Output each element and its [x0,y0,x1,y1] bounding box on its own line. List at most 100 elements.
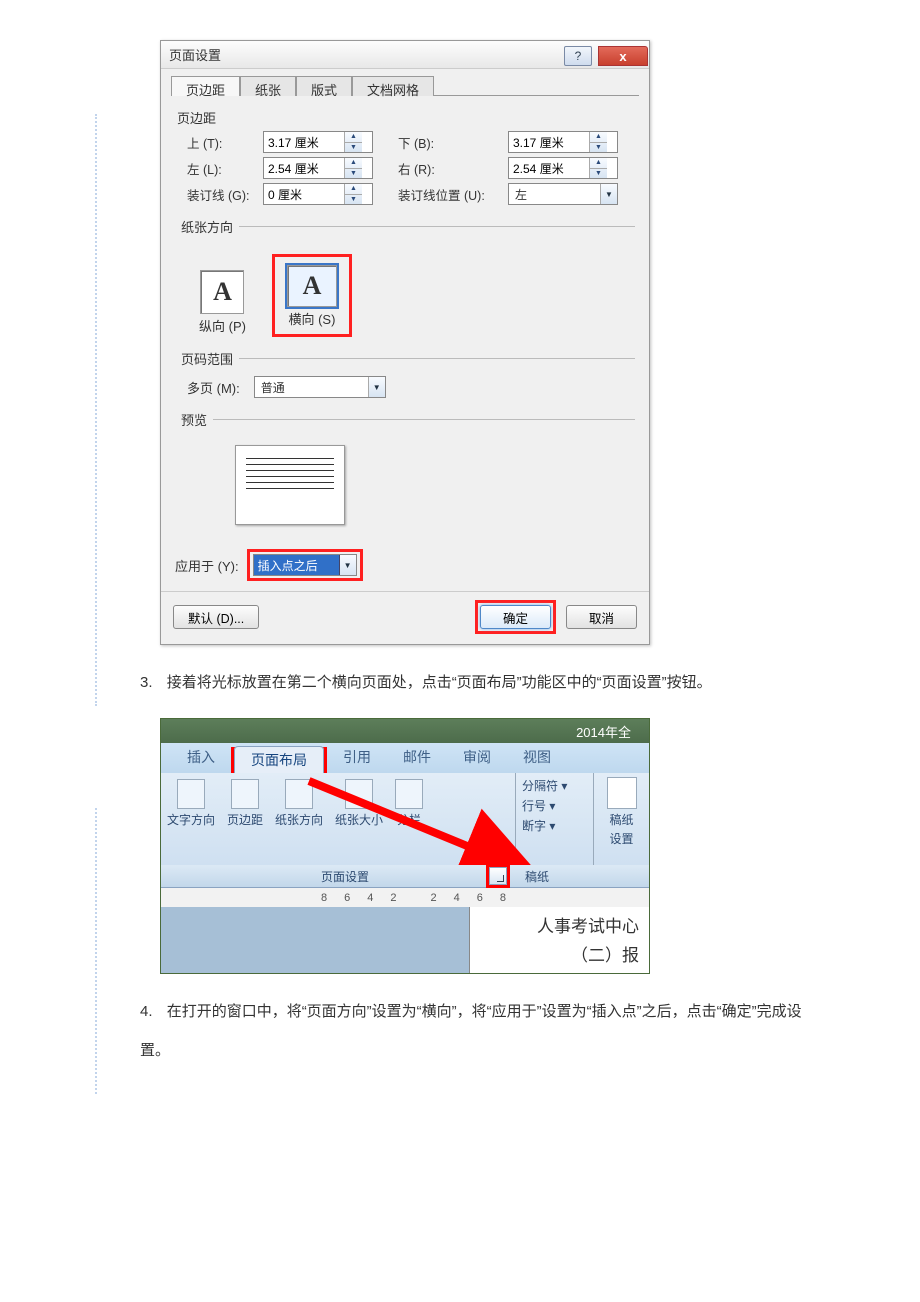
left-input[interactable]: ▲▼ [263,157,373,179]
margins-grid: 上 (T): ▲▼ 下 (B): ▲▼ 左 (L): ▲▼ 右 (R): ▲▼ [175,131,635,205]
multi-value: 普通 [255,379,368,396]
section-preview-label: 预览 [175,410,213,429]
preview-page [235,445,345,525]
ribbon-breaks-group: 分隔符 ▾ 行号 ▾ 断字 ▾ [515,773,593,865]
bottom-spinner[interactable]: ▲▼ [589,132,607,152]
step-4-number: 4. [140,1003,153,1020]
ribbon-manuscript-label2: 设置 [609,830,633,847]
apply-label: 应用于 (Y): [175,556,239,575]
section-pages: 页码范围 多页 (M): 普通 ▼ [175,349,635,398]
ribbon-item-size[interactable]: 纸张大小 [329,773,389,865]
gutter-pos-label: 装订线位置 (U): [398,185,508,204]
chevron-down-icon: ▼ [600,184,617,204]
document-page: 人事考试中心 （二）报 [469,907,649,973]
dialog-titlebar: 页面设置 ? x [161,41,649,69]
close-icon: x [619,49,626,64]
tab-paper[interactable]: 纸张 [240,76,296,96]
tab-margins[interactable]: 页边距 [171,76,240,96]
ribbon-item-breaks[interactable]: 分隔符 ▾ [522,777,591,794]
gutter-label: 装订线 (G): [175,185,263,204]
gutter-pos-value: 左 [509,186,600,203]
tab-grid[interactable]: 文档网格 [352,76,434,96]
ribbon-window-title: 2014年全 [161,719,649,743]
gutter-input[interactable]: ▲▼ [263,183,373,205]
ribbon-manuscript-label1: 稿纸 [609,811,633,828]
cancel-button[interactable]: 取消 [566,605,637,629]
close-button[interactable]: x [598,46,648,66]
step-4: 4. 在打开的窗口中，将“页面方向”设置为“横向”，将“应用于”设置为“插入点”… [140,992,820,1070]
step-3-text: 接着将光标放置在第二个横向页面处，点击“页面布局”功能区中的“页面设置”按钮。 [167,674,712,691]
ribbon-tab-view[interactable]: 视图 [507,742,567,773]
doc-text-line-2: （二）报 [484,942,639,971]
help-button[interactable]: ? [564,46,592,66]
section-orientation-label: 纸张方向 [175,217,239,236]
left-spinner[interactable]: ▲▼ [344,158,362,178]
right-field[interactable] [509,158,589,178]
dialog-tabs: 页边距 纸张 版式 文档网格 [161,69,649,95]
landscape-icon: A [303,271,322,301]
step-3: 3. 接着将光标放置在第二个横向页面处，点击“页面布局”功能区中的“页面设置”按… [140,663,820,702]
dialog-title: 页面设置 [169,45,221,64]
manuscript-icon [607,777,637,809]
margins-icon [231,779,259,809]
orientation-portrait-label: 纵向 (P) [199,316,246,335]
ribbon-tabs: 插入 页面布局 引用 邮件 审阅 视图 [161,743,649,773]
tab-layout[interactable]: 版式 [296,76,352,96]
decorative-dots [95,114,97,706]
ribbon-item-orientation[interactable]: 纸张方向 [269,773,329,865]
size-icon [345,779,373,809]
orientation-portrait[interactable]: A 纵向 (P) [193,266,252,337]
ribbon-tab-layout[interactable]: 页面布局 [234,746,324,774]
apply-to-value: 插入点之后 [254,557,339,574]
ribbon-tab-insert[interactable]: 插入 [171,742,231,773]
ribbon-screenshot: 2014年全 插入 页面布局 引用 邮件 审阅 视图 文字方向 页边距 纸张方向… [160,718,650,974]
columns-icon [395,779,423,809]
bottom-input[interactable]: ▲▼ [508,131,618,153]
top-field[interactable] [264,132,344,152]
top-spinner[interactable]: ▲▼ [344,132,362,152]
right-input[interactable]: ▲▼ [508,157,618,179]
bottom-field[interactable] [509,132,589,152]
multi-select[interactable]: 普通 ▼ [254,376,386,398]
bottom-label: 下 (B): [398,133,508,152]
orientation-icon [285,779,313,809]
orientation-landscape-label: 横向 (S) [288,309,335,328]
left-field[interactable] [264,158,344,178]
decorative-dots [95,808,97,1094]
ribbon-tab-references[interactable]: 引用 [327,742,387,773]
gutter-pos-select[interactable]: 左 ▼ [508,183,618,205]
section-preview: 预览 [175,410,635,531]
gutter-spinner[interactable]: ▲▼ [344,184,362,204]
default-button[interactable]: 默认 (D)... [173,605,259,629]
right-spinner[interactable]: ▲▼ [589,158,607,178]
help-icon: ? [575,49,582,63]
ribbon-title-text: 2014年全 [576,722,631,741]
orientation-landscape[interactable]: A 横向 (S) [281,261,343,330]
ruler: 8 6 4 2 2 4 6 8 [161,887,649,907]
ribbon-item-columns[interactable]: 分栏 [389,773,429,865]
doc-text-line-1: 人事考试中心 [484,913,639,942]
ribbon-body: 文字方向 页边距 纸张方向 纸张大小 分栏 分隔符 ▾ 行号 ▾ 断字 ▾ 稿纸… [161,773,649,865]
ok-button[interactable]: 确定 [480,605,551,629]
ribbon-footer: 页面设置 稿纸 [161,865,649,887]
top-input[interactable]: ▲▼ [263,131,373,153]
gutter-field[interactable] [264,184,344,204]
text-direction-icon [177,779,205,809]
apply-to-select[interactable]: 插入点之后 ▼ [253,554,357,576]
step-4-text: 在打开的窗口中，将“页面方向”设置为“横向”，将“应用于”设置为“插入点”之后，… [140,1003,802,1059]
ribbon-tab-mail[interactable]: 邮件 [387,742,447,773]
ribbon-item-margins[interactable]: 页边距 [221,773,269,865]
document-area: 人事考试中心 （二）报 [161,907,649,973]
right-label: 右 (R): [398,159,508,178]
section-pages-label: 页码范围 [175,349,239,368]
chevron-down-icon: ▼ [368,377,385,397]
portrait-icon: A [213,277,232,307]
section-margins-label: 页边距 [177,108,633,127]
ribbon-item-hyphen[interactable]: 断字 ▾ [522,817,591,834]
ribbon-group-label-manuscript: 稿纸 [525,868,549,885]
ribbon-item-textdir[interactable]: 文字方向 [161,773,221,865]
ribbon-tab-review[interactable]: 审阅 [447,742,507,773]
page-setup-launcher[interactable] [489,867,507,885]
left-label: 左 (L): [175,159,263,178]
ribbon-item-lineno[interactable]: 行号 ▾ [522,797,591,814]
